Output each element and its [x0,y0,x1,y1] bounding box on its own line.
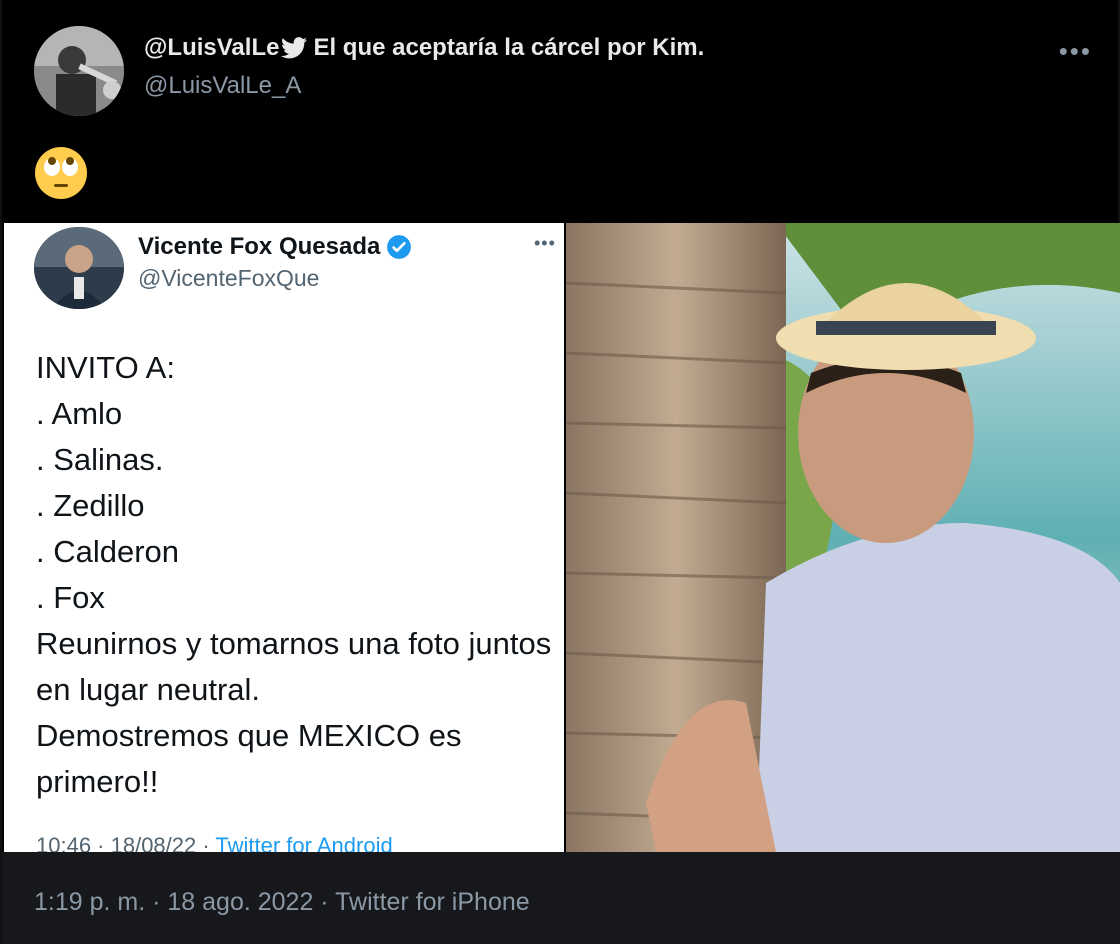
embedded-more-icon: ••• [534,233,556,253]
embedded-tweet-source: Twitter for Android [215,833,393,852]
tweet-header: @LuisValLe El que aceptaría la cárcel po… [2,0,1120,130]
face-with-rolling-eyes-icon [34,146,88,200]
author-handle[interactable]: @LuisValLe_A [144,72,704,100]
author-avatar[interactable] [34,26,124,116]
photo-man-by-palm-tree [566,223,1120,852]
tweet-footer: 1:19 p. m. · 18 ago. 2022 · Twitter for … [2,852,1120,944]
more-horizontal-icon[interactable]: ••• [1059,38,1092,64]
author-bio: El que aceptaría la cárcel por Kim. [313,34,705,61]
tweet-timestamp[interactable]: 1:19 p. m. · 18 ago. 2022 · Twitter for … [34,888,530,917]
embedded-author-handle: @VicenteFoxQue [138,265,320,291]
verified-badge-icon [386,234,412,260]
embedded-tweet-text: INVITO A: . Amlo . Salinas. . Zedillo . … [36,350,552,799]
embedded-tweet-meta: 10:46 · 18/08/22 · Twitter for Android [36,833,393,852]
tweet-media[interactable]: Vicente Fox Quesada @VicenteFoxQue ••• I… [4,223,1120,852]
author-name[interactable]: @LuisValLe [144,34,279,62]
author-display-name[interactable]: @LuisValLe El que aceptaría la cárcel po… [144,34,704,62]
embedded-author-avatar [34,227,124,309]
embedded-tweet-time: 10:46 · 18/08/22 · [36,833,216,852]
embedded-tweet-screenshot: Vicente Fox Quesada @VicenteFoxQue ••• I… [4,223,564,852]
embedded-author-name: Vicente Fox Quesada [138,233,412,261]
tweet-view: @LuisValLe El que aceptaría la cárcel po… [0,0,1120,944]
twitter-bird-icon [281,37,308,59]
embedded-author-name-text: Vicente Fox Quesada [138,233,381,260]
author-names: @LuisValLe El que aceptaría la cárcel po… [144,34,704,100]
